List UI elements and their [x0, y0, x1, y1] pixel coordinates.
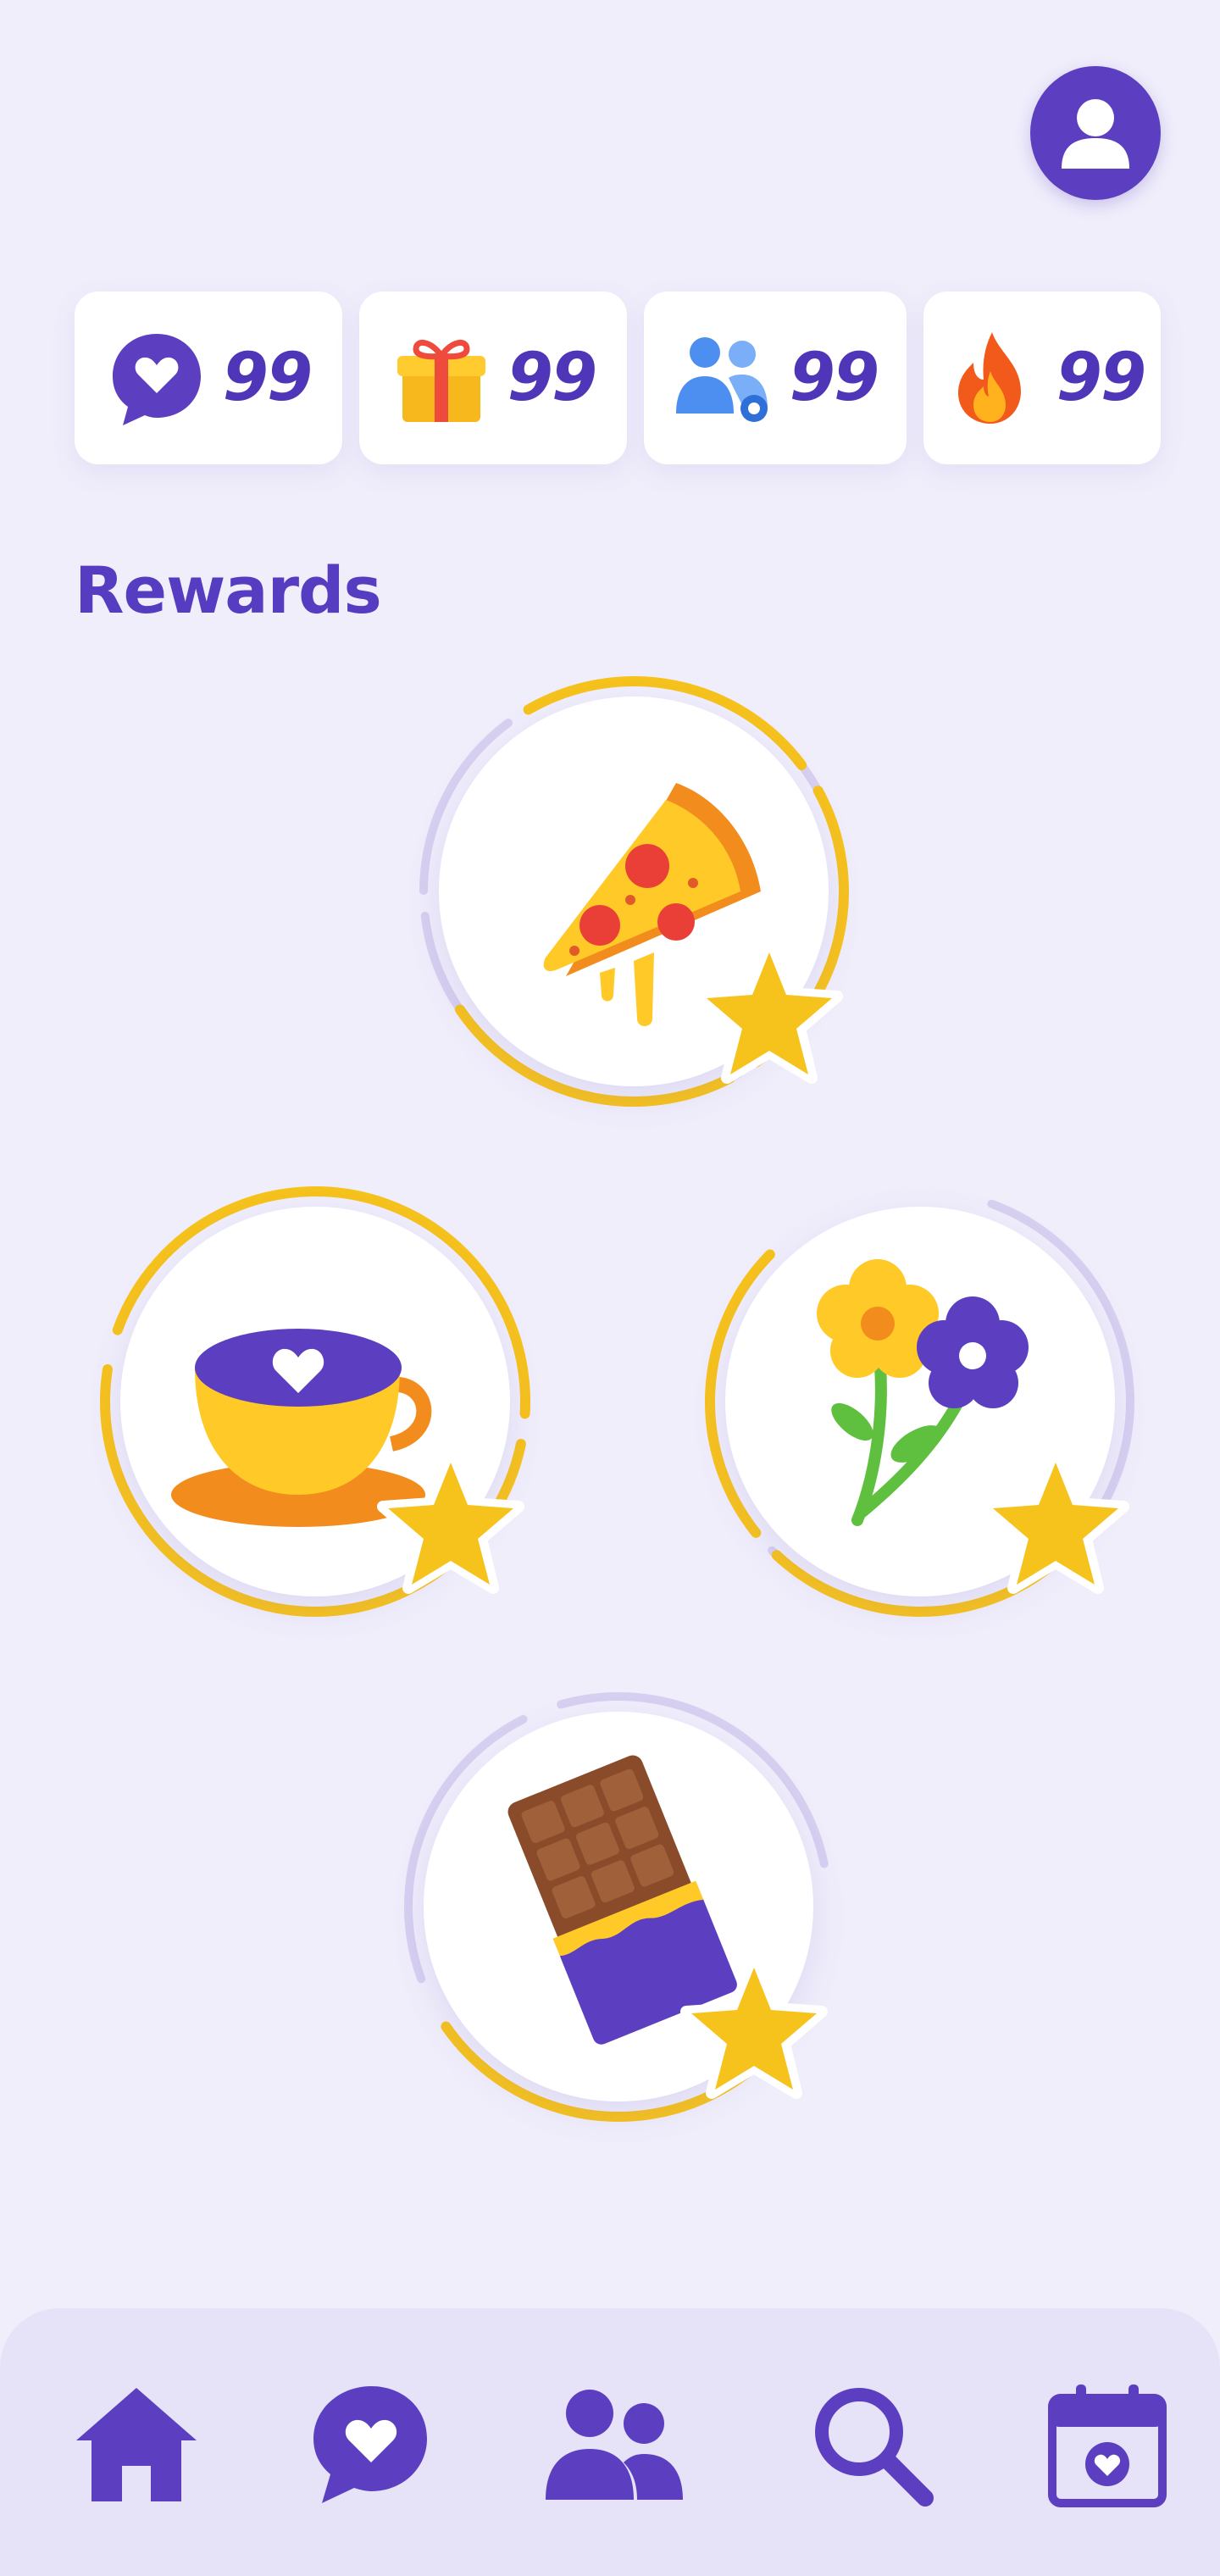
reward-flowers-star-icon	[982, 1452, 1129, 1594]
heart-chat-icon	[313, 2386, 427, 2503]
stats-row: 99 99 99 99	[75, 291, 1161, 464]
home-icon	[76, 2388, 197, 2501]
stat-likes[interactable]: 99	[75, 291, 342, 464]
reward-pizza[interactable]	[413, 671, 854, 1112]
reward-pizza-star-icon	[696, 941, 843, 1084]
stat-likes-count: 99	[222, 340, 313, 416]
heart-chat-icon	[106, 327, 208, 429]
reward-flowers[interactable]	[700, 1181, 1140, 1622]
profile-avatar-button[interactable]	[1030, 66, 1161, 200]
reward-chocolate[interactable]	[398, 1686, 839, 2127]
stat-friends[interactable]: 99	[644, 291, 907, 464]
stat-streak[interactable]: 99	[923, 291, 1161, 464]
nav-home[interactable]	[64, 2373, 208, 2517]
people-icon	[673, 327, 774, 429]
search-icon	[815, 2388, 934, 2507]
stat-friends-count: 99	[789, 340, 880, 416]
stat-gifts[interactable]: 99	[359, 291, 627, 464]
user-icon	[1062, 99, 1129, 169]
people-icon	[546, 2390, 683, 2500]
fire-icon	[940, 327, 1041, 429]
reward-coffee[interactable]	[95, 1181, 535, 1622]
rewards-title: Rewards	[75, 552, 382, 628]
nav-calendar[interactable]	[1035, 2373, 1179, 2517]
stat-streak-count: 99	[1056, 340, 1147, 416]
gift-icon	[391, 327, 492, 429]
nav-friends[interactable]	[542, 2373, 686, 2517]
reward-chocolate-star-icon	[680, 1957, 828, 2099]
reward-coffee-star-icon	[377, 1452, 524, 1594]
stat-gifts-count: 99	[507, 340, 598, 416]
nav-search[interactable]	[800, 2373, 944, 2517]
nav-messages[interactable]	[298, 2373, 442, 2517]
calendar-heart-icon	[1048, 2384, 1167, 2507]
